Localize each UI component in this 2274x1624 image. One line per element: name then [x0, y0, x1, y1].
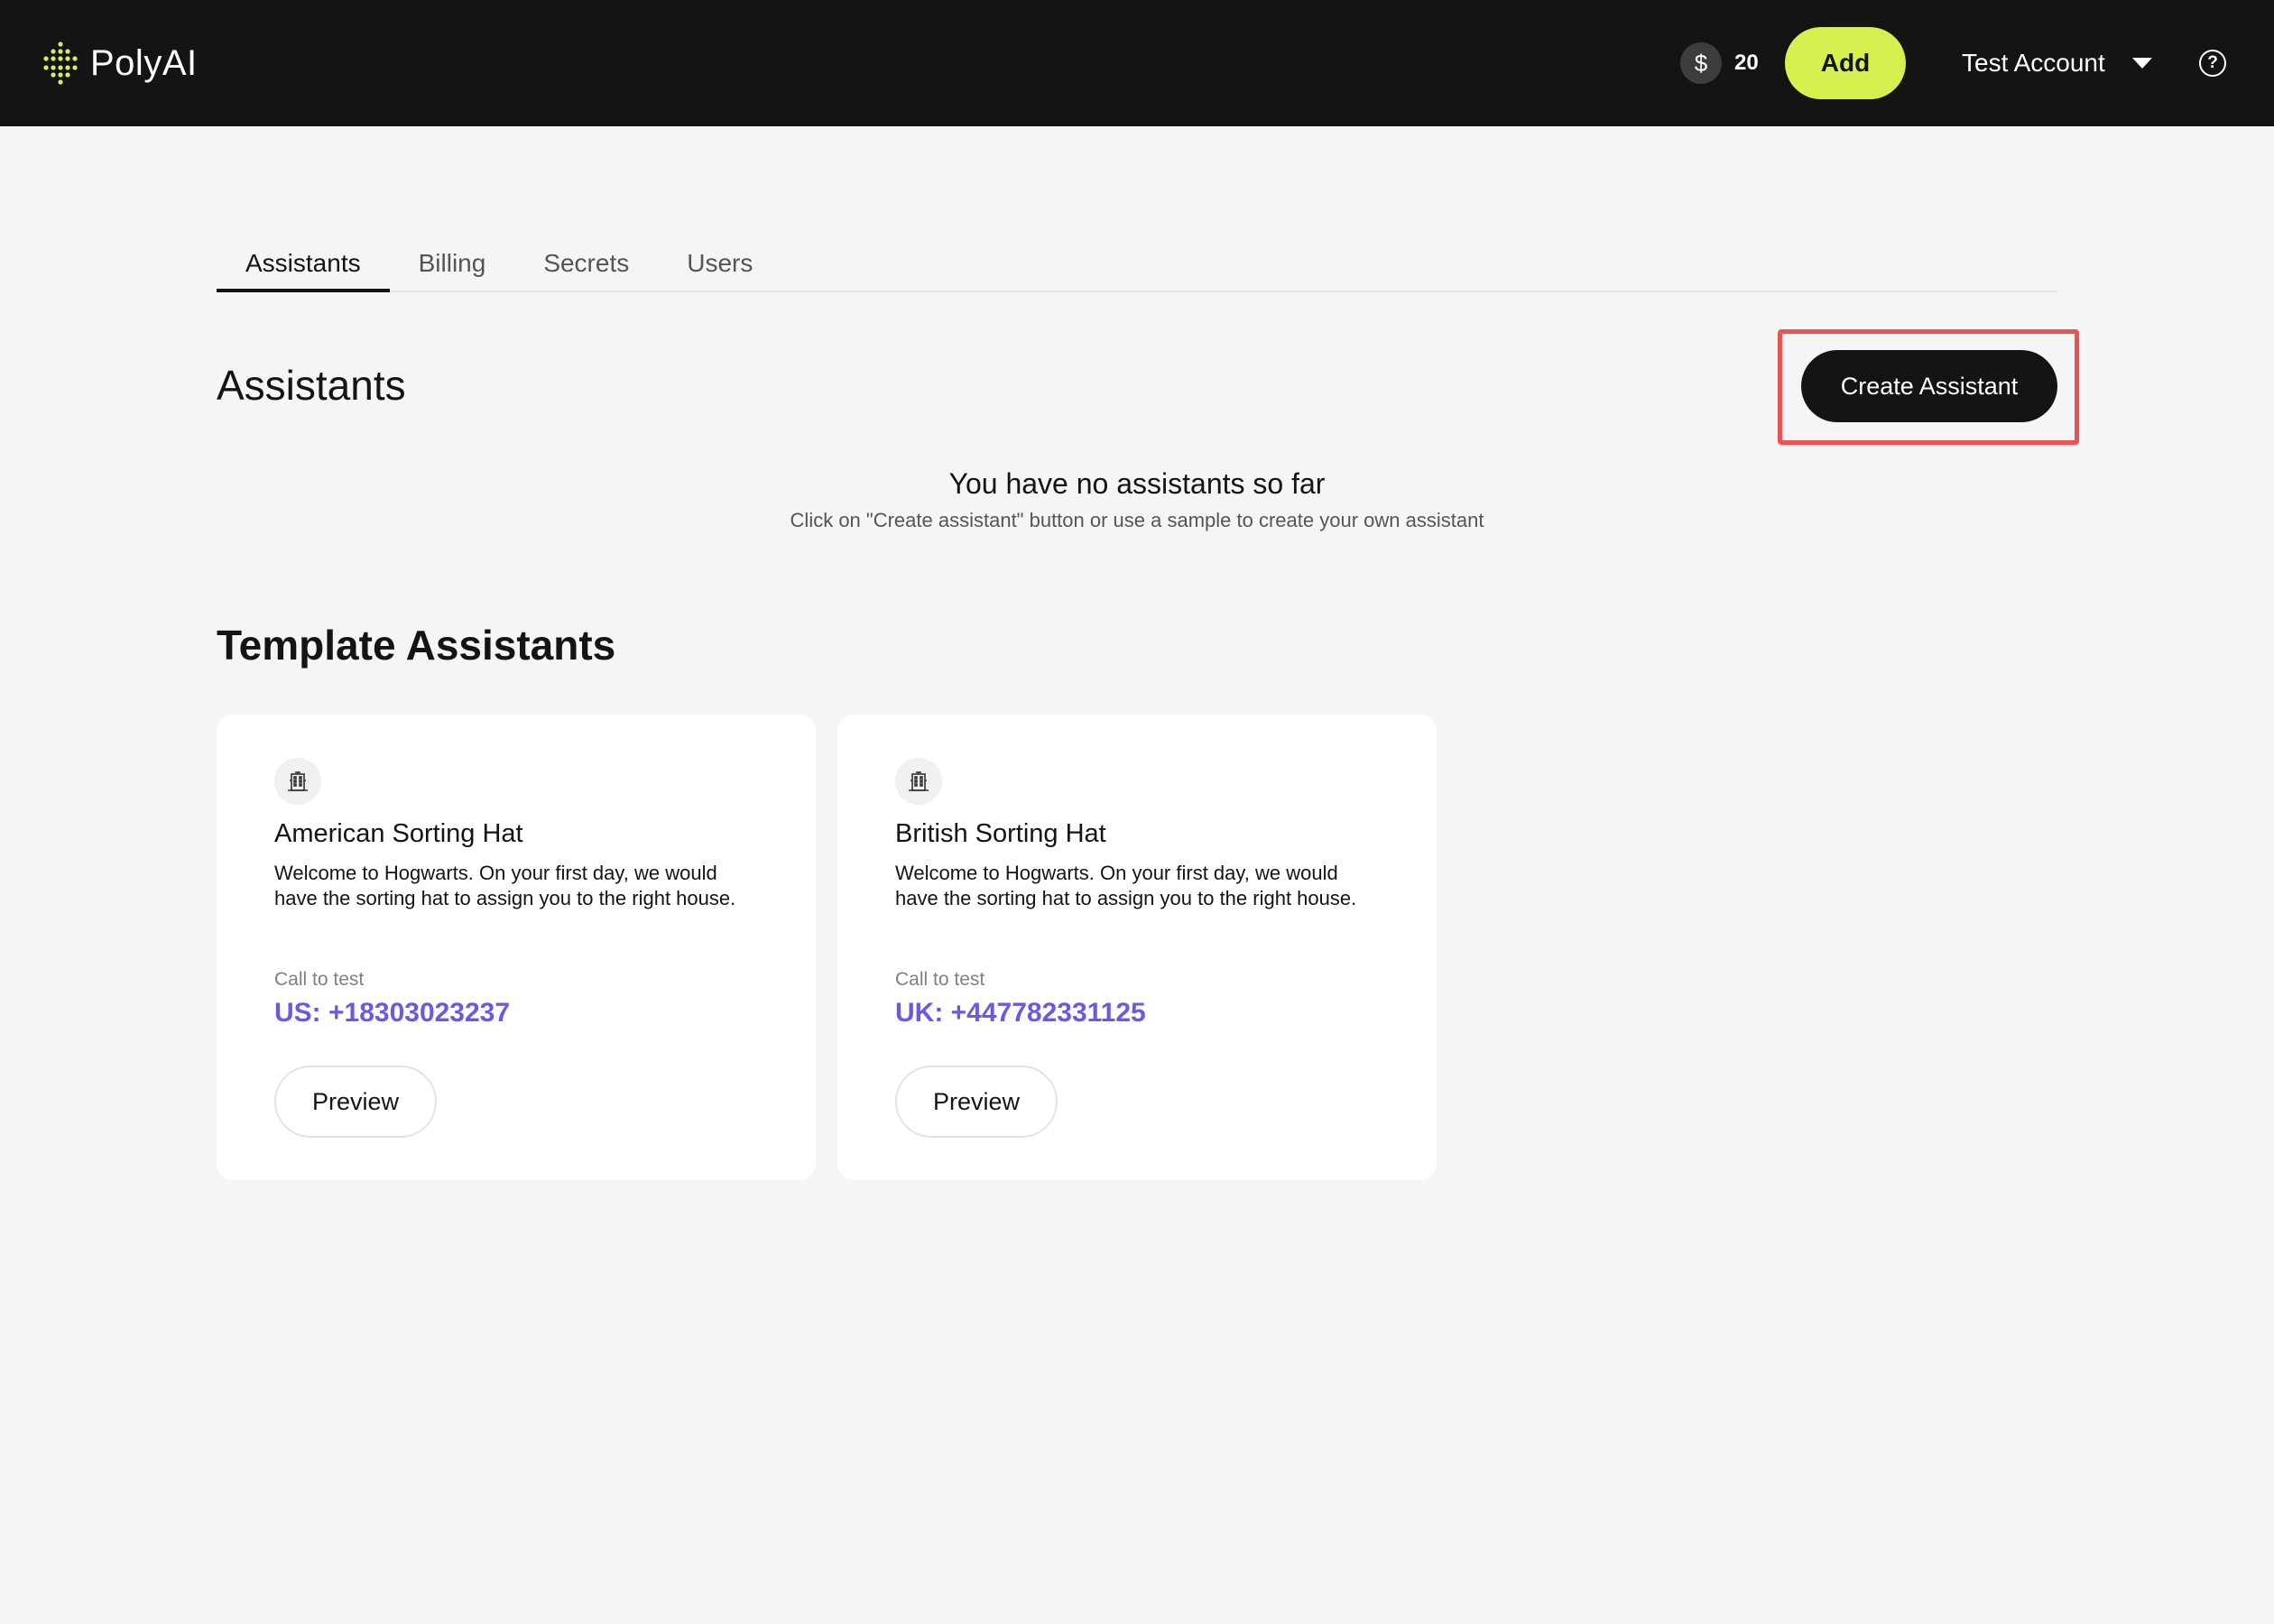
- help-icon[interactable]: ?: [2199, 50, 2226, 77]
- building-icon: [895, 758, 942, 805]
- tab-assistants[interactable]: Assistants: [217, 236, 390, 292]
- balance-value: 20: [1734, 51, 1759, 75]
- preview-button[interactable]: Preview: [274, 1066, 437, 1138]
- building-icon: [274, 758, 321, 805]
- card-title: British Sorting Hat: [895, 819, 1106, 848]
- card-title: American Sorting Hat: [274, 819, 523, 848]
- phone-number-link[interactable]: US: +18303023237: [274, 998, 510, 1029]
- tab-secrets[interactable]: Secrets: [514, 236, 658, 292]
- template-card-british: British Sorting Hat Welcome to Hogwarts.…: [837, 715, 1437, 1180]
- card-description: Welcome to Hogwarts. On your first day, …: [274, 862, 736, 909]
- empty-state-subtitle: Click on "Create assistant" button or us…: [790, 509, 1484, 531]
- preview-button[interactable]: Preview: [895, 1066, 1058, 1138]
- logo-text: PolyAI: [90, 42, 198, 83]
- call-to-test-label: Call to test: [274, 969, 365, 990]
- add-credit-button[interactable]: Add: [1785, 27, 1906, 99]
- template-card-american: American Sorting Hat Welcome to Hogwarts…: [217, 715, 816, 1180]
- call-to-test-label: Call to test: [895, 969, 985, 990]
- account-menu[interactable]: Test Account: [1962, 45, 2152, 81]
- create-assistant-button[interactable]: Create Assistant: [1801, 350, 2057, 422]
- tab-bar: Assistants Billing Secrets Users: [217, 236, 2057, 292]
- template-assistants-title: Template Assistants: [217, 622, 616, 669]
- dollar-icon: $: [1680, 42, 1722, 84]
- top-bar: PolyAI $ 20 Add Test Account ?: [0, 0, 2274, 126]
- account-name: Test Account: [1962, 49, 2105, 77]
- empty-state-title: You have no assistants so far: [948, 467, 1326, 500]
- polyai-logo-icon: [43, 42, 78, 85]
- card-description: Welcome to Hogwarts. On your first day, …: [895, 862, 1357, 909]
- phone-number-link[interactable]: UK: +447782331125: [895, 998, 1146, 1029]
- caret-down-icon: [2131, 58, 2152, 69]
- polyai-logo[interactable]: PolyAI: [42, 40, 198, 87]
- tab-users[interactable]: Users: [658, 236, 781, 292]
- assistants-title: Assistants: [217, 362, 406, 409]
- tab-billing[interactable]: Billing: [390, 236, 515, 292]
- credit-balance: $ 20: [1680, 42, 1759, 84]
